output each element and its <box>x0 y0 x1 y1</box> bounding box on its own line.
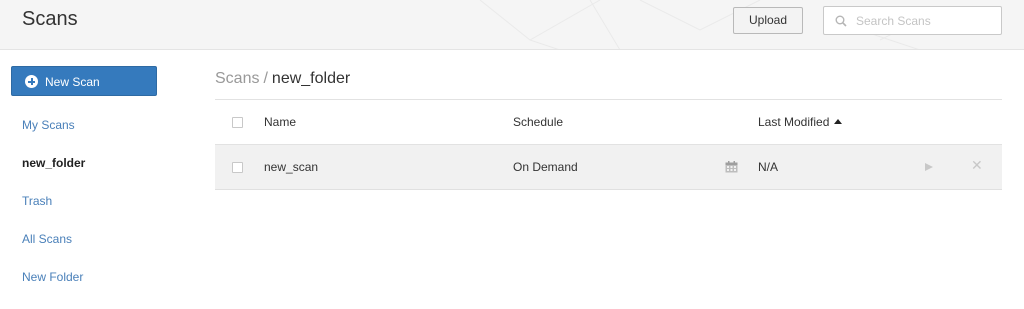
scan-name-cell[interactable]: new_scan <box>264 160 318 174</box>
calendar-icon[interactable] <box>725 161 738 173</box>
page-title: Scans <box>22 8 78 30</box>
plus-circle-icon <box>25 75 38 88</box>
upload-button[interactable]: Upload <box>733 7 803 34</box>
breadcrumb-root[interactable]: Scans <box>215 70 259 87</box>
new-scan-button[interactable]: New Scan <box>11 66 157 96</box>
top-bar: Scans Upload <box>0 0 1024 50</box>
scan-last-modified-cell: N/A <box>758 160 779 174</box>
column-header-last-modified[interactable]: Last Modified <box>758 115 843 129</box>
select-all-checkbox[interactable] <box>232 117 243 128</box>
search-box[interactable] <box>823 6 1002 35</box>
title-divider <box>215 99 1002 100</box>
launch-icon[interactable] <box>925 163 933 171</box>
sidebar-item-new-folder[interactable]: New Folder <box>22 270 83 284</box>
scan-schedule-cell: On Demand <box>513 160 578 174</box>
sidebar-item-trash[interactable]: Trash <box>22 194 52 208</box>
sidebar-item-new-folder-active[interactable]: new_folder <box>22 156 85 170</box>
row-checkbox[interactable] <box>232 162 243 173</box>
delete-icon[interactable]: ✕ <box>971 159 983 173</box>
column-header-name[interactable]: Name <box>264 115 296 129</box>
search-input[interactable] <box>856 12 996 30</box>
new-scan-label: New Scan <box>45 75 100 89</box>
sidebar-item-my-scans[interactable]: My Scans <box>22 118 75 132</box>
column-header-schedule[interactable]: Schedule <box>513 115 563 129</box>
breadcrumb: Scans / new_folder <box>215 70 350 88</box>
sort-up-icon <box>834 119 843 124</box>
breadcrumb-current: new_folder <box>271 70 351 87</box>
sidebar-item-all-scans[interactable]: All Scans <box>22 232 72 246</box>
table-row[interactable]: new_scan On Demand N/A ✕ <box>215 145 1002 190</box>
breadcrumb-separator: / <box>263 70 268 87</box>
search-icon <box>835 15 847 27</box>
column-header-last-modified-label: Last Modified <box>758 115 830 129</box>
